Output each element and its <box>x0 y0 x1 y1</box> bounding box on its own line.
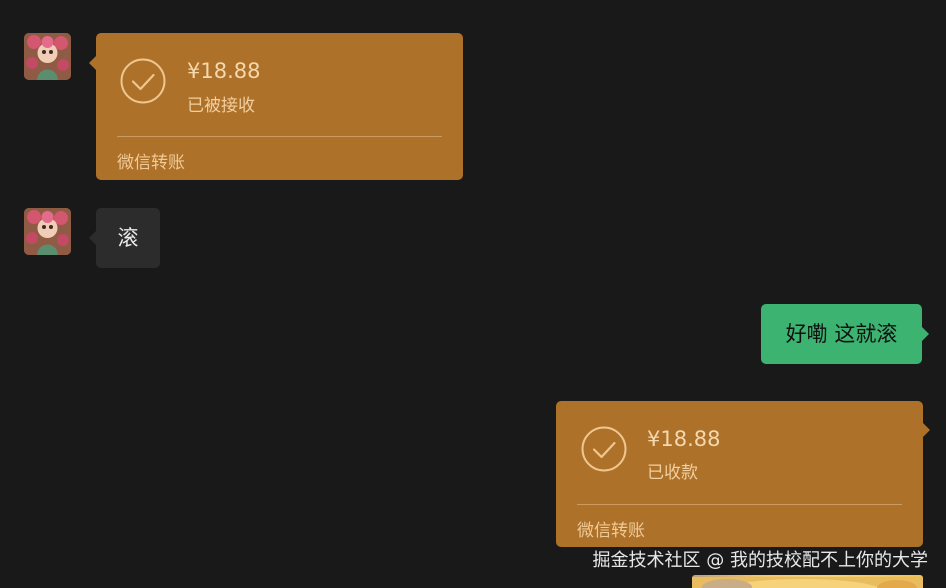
check-circle-icon <box>581 426 627 472</box>
message-bubble-sent[interactable]: 好嘞 这就滚 <box>761 304 929 364</box>
bubble-tail <box>923 423 930 437</box>
contact-avatar-image <box>24 33 71 80</box>
contact-avatar[interactable] <box>24 208 71 255</box>
chat-window: ¥18.88 已被接收 微信转账 滚 好嘞 这就滚 ¥18.88 已收款 微信转… <box>0 0 946 588</box>
transfer-status: 已收款 <box>647 463 698 483</box>
watermark: 掘金技术社区 @ 我的技校配不上你的大学 <box>592 550 928 571</box>
transfer-amount: ¥18.88 <box>187 59 261 83</box>
bubble-tail <box>89 231 96 245</box>
message-bubble-received[interactable]: 滚 <box>89 208 160 268</box>
bubble-tail <box>89 56 96 70</box>
transfer-service-label: 微信转账 <box>117 153 185 173</box>
message-text: 滚 <box>117 226 139 250</box>
transfer-card-sent[interactable]: ¥18.88 已收款 微信转账 <box>556 401 930 547</box>
message-text: 好嘞 这就滚 <box>785 322 898 346</box>
message-image-partial[interactable] <box>692 575 923 588</box>
transfer-status: 已被接收 <box>187 96 255 116</box>
transfer-service-label: 微信转账 <box>577 521 645 541</box>
check-circle-icon <box>120 58 166 104</box>
transfer-divider <box>117 136 442 137</box>
transfer-divider <box>577 504 902 505</box>
bubble-tail <box>922 327 929 341</box>
contact-avatar-image <box>24 208 71 255</box>
transfer-card-received[interactable]: ¥18.88 已被接收 微信转账 <box>89 33 463 180</box>
contact-avatar[interactable] <box>24 33 71 80</box>
transfer-amount: ¥18.88 <box>647 427 721 451</box>
sticker-image <box>692 577 923 588</box>
